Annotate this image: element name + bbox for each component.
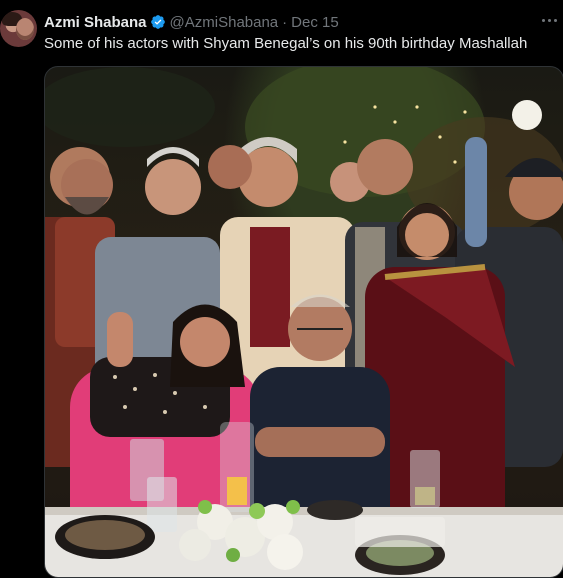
tweet-text: Some of his actors with Shyam Benegal’s … bbox=[44, 35, 528, 52]
verified-badge-icon bbox=[150, 15, 165, 29]
tweet-photo[interactable] bbox=[44, 66, 563, 578]
author-name[interactable]: Azmi Shabana bbox=[44, 14, 147, 31]
tweet-card: Azmi Shabana @AzmiShabana · Dec 15 Some … bbox=[0, 0, 563, 578]
author-handle[interactable]: @AzmiShabana bbox=[170, 14, 279, 31]
author-avatar[interactable] bbox=[0, 10, 37, 47]
avatar-face-shape bbox=[16, 18, 34, 40]
more-dot bbox=[553, 18, 557, 22]
tweet-date[interactable]: Dec 15 bbox=[291, 14, 339, 31]
more-dot bbox=[541, 18, 545, 22]
more-dot bbox=[547, 18, 551, 22]
group-photo-illustration bbox=[45, 67, 563, 577]
more-options-icon[interactable] bbox=[537, 10, 561, 30]
header-separator: · bbox=[282, 13, 288, 31]
tweet-header: Azmi Shabana @AzmiShabana · Dec 15 bbox=[44, 12, 339, 32]
